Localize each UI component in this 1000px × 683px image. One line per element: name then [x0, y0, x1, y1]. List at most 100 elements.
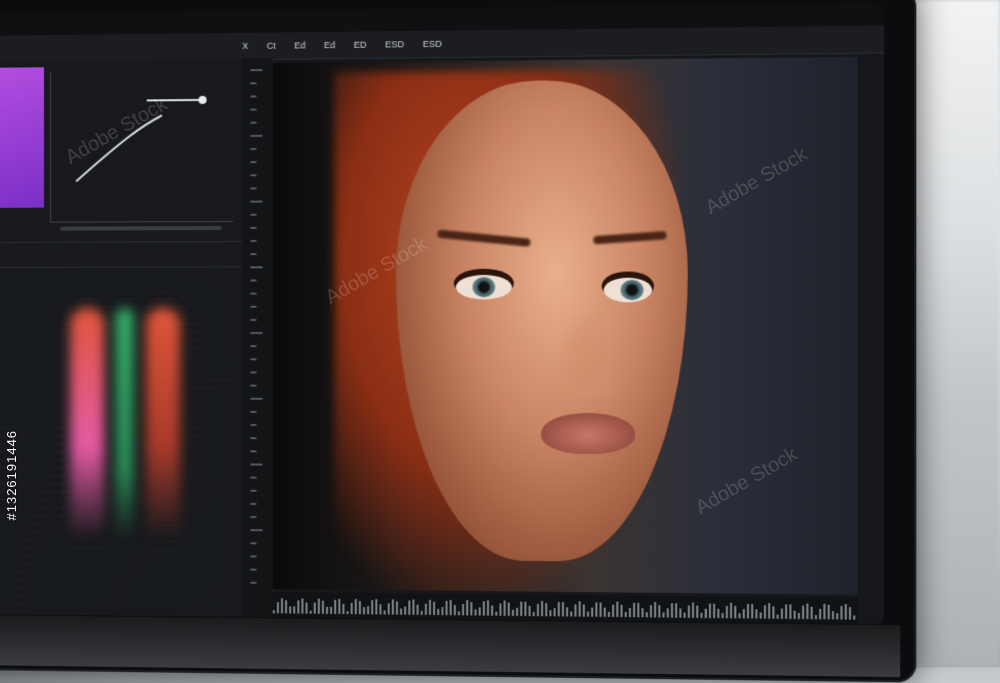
- waveform-bar: [433, 602, 435, 615]
- ruler-tick: [250, 69, 262, 71]
- waveform-bar: [466, 600, 468, 615]
- waveform-bar: [512, 610, 514, 616]
- toolbar-item[interactable]: ESD: [385, 39, 404, 49]
- ruler-tick: [250, 398, 262, 400]
- curve-graph: [51, 69, 233, 221]
- ruler-tick: [250, 201, 262, 203]
- toolbar-item[interactable]: ED: [354, 40, 367, 50]
- waveform-bar: [479, 607, 481, 615]
- waveform-bar: [722, 613, 724, 619]
- ruler-tick: [250, 214, 256, 216]
- color-histogram: [0, 267, 232, 610]
- waveform-bar: [802, 606, 804, 619]
- waveform-bar: [726, 605, 728, 618]
- waveform-bar: [306, 603, 308, 614]
- waveform-bar: [516, 607, 518, 616]
- waveform-bar: [334, 600, 336, 614]
- curves-editor[interactable]: [50, 69, 233, 222]
- waveform-bar: [549, 611, 551, 617]
- ruler-tick: [250, 569, 256, 571]
- ruler-tick: [250, 266, 262, 268]
- ruler-tick: [250, 82, 256, 84]
- waveform-bar: [545, 603, 547, 616]
- right-eyebrow: [593, 231, 667, 244]
- waveform-bar: [717, 609, 719, 618]
- ruler-tick: [250, 582, 256, 584]
- waveform-bar: [612, 605, 614, 617]
- waveform-bar: [849, 608, 851, 620]
- color-swatch[interactable]: [0, 67, 44, 208]
- toolbar-item-close[interactable]: X: [242, 41, 248, 51]
- curve-point[interactable]: [198, 96, 206, 104]
- ruler-tick: [250, 516, 256, 518]
- waveform-bar: [351, 603, 353, 614]
- waveform-bar: [508, 603, 510, 616]
- ruler-tick: [250, 385, 256, 387]
- waveform-bar: [437, 609, 439, 615]
- waveform-bar: [845, 604, 847, 619]
- waveform-bar: [318, 599, 320, 614]
- waveform-bar: [641, 608, 643, 617]
- toolbar-item[interactable]: Ct: [267, 41, 276, 51]
- waveform-bar: [524, 601, 526, 616]
- ruler-tick: [250, 332, 262, 334]
- waveform-bar: [314, 603, 316, 614]
- waveform-bar: [604, 607, 606, 617]
- waveform-bar: [751, 604, 753, 619]
- waveform-bar: [760, 613, 762, 619]
- waveform-bar: [429, 600, 431, 615]
- waveform-bar: [483, 601, 485, 615]
- waveform-bar: [853, 615, 855, 619]
- waveform-bar: [625, 612, 627, 617]
- image-canvas[interactable]: [273, 57, 858, 595]
- waveform-bar: [363, 608, 365, 615]
- laptop-screen: X Ct Ed Ed ED ESD ESD: [0, 3, 884, 624]
- waveform-bar: [794, 610, 796, 619]
- waveform-bar: [285, 600, 287, 614]
- waveform-bar: [570, 612, 572, 617]
- waveform-bar: [764, 606, 766, 619]
- waveform-bar: [504, 601, 506, 616]
- waveform-bar: [798, 613, 800, 619]
- toolbar-item[interactable]: Ed: [324, 40, 335, 50]
- waveform-bar: [633, 603, 635, 618]
- waveform-bar: [671, 603, 673, 618]
- waveform-bar: [566, 607, 568, 617]
- waveform-bar: [408, 601, 410, 615]
- ruler-tick: [250, 187, 256, 189]
- nose: [551, 305, 614, 397]
- toolbar-item[interactable]: ESD: [423, 39, 442, 49]
- waveform-bar: [289, 606, 291, 613]
- waveform-bar: [425, 603, 427, 615]
- waveform-bar: [487, 601, 489, 616]
- stock-id-label: #1326191446: [4, 430, 19, 521]
- toolbar-item[interactable]: Ed: [294, 40, 305, 50]
- ruler-tick: [250, 122, 256, 124]
- waveform-bar: [675, 603, 677, 618]
- histogram-channel-green: [115, 308, 133, 539]
- waveform-bar: [781, 609, 783, 619]
- histogram-channel-magenta: [70, 308, 104, 539]
- adjustment-slider[interactable]: [60, 226, 222, 231]
- ruler-tick: [250, 542, 256, 544]
- left-eyebrow: [437, 230, 531, 247]
- waveform-bar: [587, 611, 589, 617]
- ruler-tick: [250, 306, 256, 308]
- ruler-tick: [250, 411, 256, 413]
- ruler-tick: [250, 95, 256, 97]
- waveform-bar: [667, 608, 669, 617]
- waveform-bar: [832, 611, 834, 619]
- waveform-bar: [367, 607, 369, 615]
- waveform-bar: [359, 601, 361, 614]
- waveform-bar: [326, 607, 328, 614]
- waveform-bar: [458, 611, 460, 615]
- ruler-tick: [250, 227, 256, 229]
- waveform-bar: [558, 602, 560, 616]
- waveform-bar: [574, 604, 576, 616]
- laptop-body: X Ct Ed Ed ED ESD ESD: [0, 0, 916, 682]
- waveform-bar: [772, 607, 774, 619]
- waveform-bar: [529, 606, 531, 616]
- waveform-bar: [441, 607, 443, 615]
- waveform-bar: [747, 604, 749, 619]
- ruler-tick: [250, 253, 256, 255]
